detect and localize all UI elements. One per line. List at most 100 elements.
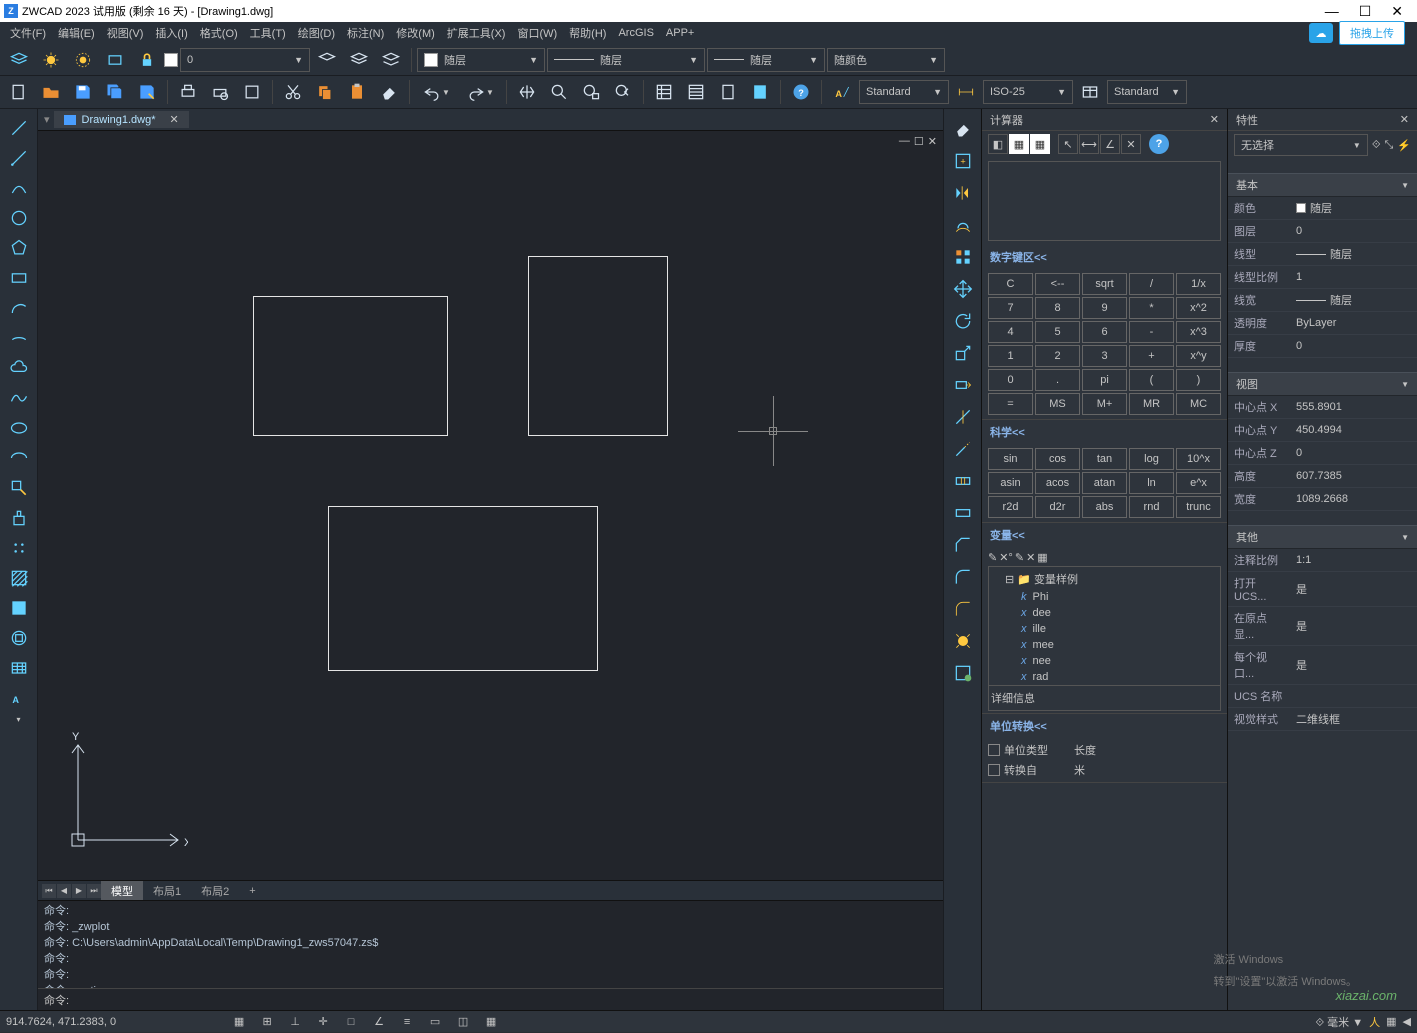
zoom-icon[interactable] bbox=[544, 78, 574, 106]
sci-key-e^x[interactable]: e^x bbox=[1176, 472, 1221, 494]
stretch-icon[interactable] bbox=[947, 369, 979, 401]
tool-palette-icon[interactable] bbox=[713, 78, 743, 106]
menu-file[interactable]: 文件(F) bbox=[4, 23, 52, 43]
calc-key-sqrt[interactable]: sqrt bbox=[1082, 273, 1127, 295]
drawing-canvas[interactable]: — ☐ ✕ X Y bbox=[38, 131, 943, 880]
insert-block-icon[interactable] bbox=[3, 503, 35, 533]
annotation-scale[interactable]: ⟐ 毫米 ▼ bbox=[1315, 1014, 1363, 1030]
design-center-icon[interactable] bbox=[681, 78, 711, 106]
boundary-icon[interactable] bbox=[3, 623, 35, 653]
spline-icon[interactable] bbox=[3, 383, 35, 413]
redo-icon[interactable]: ▼ bbox=[459, 78, 501, 106]
layer-box-icon[interactable] bbox=[100, 46, 130, 74]
tabs-dropdown-icon[interactable]: ▾ bbox=[40, 113, 54, 126]
sci-key-ln[interactable]: ln bbox=[1129, 472, 1174, 494]
layout-first[interactable]: ⏮ bbox=[42, 884, 56, 898]
scale-symbol2[interactable]: ▦ bbox=[1386, 1015, 1396, 1028]
props-row[interactable]: 线型比例1 bbox=[1228, 266, 1417, 289]
props-row[interactable]: 中心点 Y450.4994 bbox=[1228, 419, 1417, 442]
erase2-icon[interactable] bbox=[947, 113, 979, 145]
sci-key-trunc[interactable]: trunc bbox=[1176, 496, 1221, 518]
layer-dropdown[interactable]: 0▼ bbox=[180, 48, 310, 72]
props-row[interactable]: 透明度ByLayer bbox=[1228, 312, 1417, 335]
ellipse-arc2-icon[interactable] bbox=[3, 443, 35, 473]
overflow-icon[interactable]: ▾ bbox=[3, 713, 35, 727]
calc-key-MC[interactable]: MC bbox=[1176, 393, 1221, 415]
polygon-icon[interactable] bbox=[3, 233, 35, 263]
cut-icon[interactable] bbox=[278, 78, 308, 106]
join-icon[interactable] bbox=[947, 497, 979, 529]
props-section-props-view[interactable]: 视图▼ bbox=[1228, 372, 1417, 396]
save-as-icon[interactable] bbox=[132, 78, 162, 106]
calc-dist[interactable]: ⟷ bbox=[1079, 134, 1099, 154]
props-section-props-basic[interactable]: 基本▼ bbox=[1228, 173, 1417, 197]
calc-key-x^3[interactable]: x^3 bbox=[1176, 321, 1221, 343]
calc-key-x^2[interactable]: x^2 bbox=[1176, 297, 1221, 319]
copy2-icon[interactable]: + bbox=[947, 145, 979, 177]
open-file-icon[interactable] bbox=[36, 78, 66, 106]
props-row[interactable]: 图层0 bbox=[1228, 220, 1417, 243]
sci-key-abs[interactable]: abs bbox=[1082, 496, 1127, 518]
calc-angle[interactable]: ∠ bbox=[1100, 134, 1120, 154]
move-icon[interactable] bbox=[947, 273, 979, 305]
props-row[interactable]: UCS 名称 bbox=[1228, 685, 1417, 708]
props-selector[interactable]: 无选择▼ bbox=[1234, 134, 1368, 156]
arc2-icon[interactable] bbox=[3, 293, 35, 323]
grid-mode[interactable]: ⊞ bbox=[256, 1013, 278, 1031]
props-row[interactable]: 视觉样式二维线框 bbox=[1228, 708, 1417, 731]
var-tree[interactable]: ⊟ 📁 变量样例 kPhi xdee xille xmee xnee xrad bbox=[988, 566, 1221, 686]
sci-key-log[interactable]: log bbox=[1129, 448, 1174, 470]
calc-key-*[interactable]: * bbox=[1129, 297, 1174, 319]
vp-minimize[interactable]: — bbox=[899, 135, 910, 148]
menu-tools[interactable]: 工具(T) bbox=[244, 23, 292, 43]
dim-style-icon[interactable] bbox=[951, 78, 981, 106]
text-style-icon[interactable]: A bbox=[827, 78, 857, 106]
props-row[interactable]: 中心点 Z0 bbox=[1228, 442, 1417, 465]
table-style-icon[interactable] bbox=[1075, 78, 1105, 106]
calc-key-8[interactable]: 8 bbox=[1035, 297, 1080, 319]
quick-select-icon[interactable]: ⟐ bbox=[1372, 139, 1381, 152]
menu-view[interactable]: 视图(V) bbox=[101, 23, 150, 43]
menu-help[interactable]: 帮助(H) bbox=[563, 23, 612, 43]
layout-model-tab[interactable]: 模型 bbox=[101, 881, 143, 901]
calc-key-M+[interactable]: M+ bbox=[1082, 393, 1127, 415]
layer-light-icon[interactable] bbox=[36, 46, 66, 74]
cloud-icon-tool[interactable] bbox=[3, 353, 35, 383]
props-row[interactable]: 线型 随层 bbox=[1228, 243, 1417, 266]
upload-button[interactable]: 拖拽上传 bbox=[1339, 21, 1405, 45]
calc-key-7[interactable]: 7 bbox=[988, 297, 1033, 319]
vars-header[interactable]: 变量<< bbox=[982, 523, 1227, 547]
save-all-icon[interactable] bbox=[100, 78, 130, 106]
calc-key-9[interactable]: 9 bbox=[1082, 297, 1127, 319]
erase-icon[interactable] bbox=[374, 78, 404, 106]
calc-key-.[interactable]: . bbox=[1035, 369, 1080, 391]
expand-status[interactable]: ◀ bbox=[1403, 1015, 1411, 1028]
props-close[interactable]: ✕ bbox=[1400, 113, 1409, 126]
table-icon[interactable] bbox=[3, 653, 35, 683]
circle-icon[interactable] bbox=[3, 203, 35, 233]
calc-key-1[interactable]: 1 bbox=[988, 345, 1033, 367]
props-row[interactable]: 注释比例1:1 bbox=[1228, 549, 1417, 572]
select-icon[interactable]: ⤡ bbox=[1384, 139, 1393, 152]
sci-key-tan[interactable]: tan bbox=[1082, 448, 1127, 470]
calc-x[interactable]: ✕ bbox=[1121, 134, 1141, 154]
print-layout-icon[interactable] bbox=[237, 78, 267, 106]
flash-icon[interactable]: ⚡ bbox=[1397, 139, 1411, 152]
layout-next[interactable]: ▶ bbox=[72, 884, 86, 898]
sci-key-acos[interactable]: acos bbox=[1035, 472, 1080, 494]
cycle-mode[interactable]: ◫ bbox=[452, 1013, 474, 1031]
sci-header[interactable]: 科学<< bbox=[982, 420, 1227, 444]
calc-key-C[interactable]: C bbox=[988, 273, 1033, 295]
calc-key-+[interactable]: + bbox=[1129, 345, 1174, 367]
copy-icon[interactable] bbox=[310, 78, 340, 106]
offset-icon[interactable] bbox=[947, 209, 979, 241]
text-style-dropdown[interactable]: Standard▼ bbox=[859, 80, 949, 104]
sci-key-atan[interactable]: atan bbox=[1082, 472, 1127, 494]
calc-paste[interactable]: ▦ bbox=[1009, 134, 1029, 154]
calc-key-MS[interactable]: MS bbox=[1035, 393, 1080, 415]
calc-key-1/x[interactable]: 1/x bbox=[1176, 273, 1221, 295]
sci-key-rnd[interactable]: rnd bbox=[1129, 496, 1174, 518]
close-button[interactable]: ✕ bbox=[1391, 3, 1403, 20]
calc-key-pi[interactable]: pi bbox=[1082, 369, 1127, 391]
lweight-mode[interactable]: ≡ bbox=[396, 1013, 418, 1031]
